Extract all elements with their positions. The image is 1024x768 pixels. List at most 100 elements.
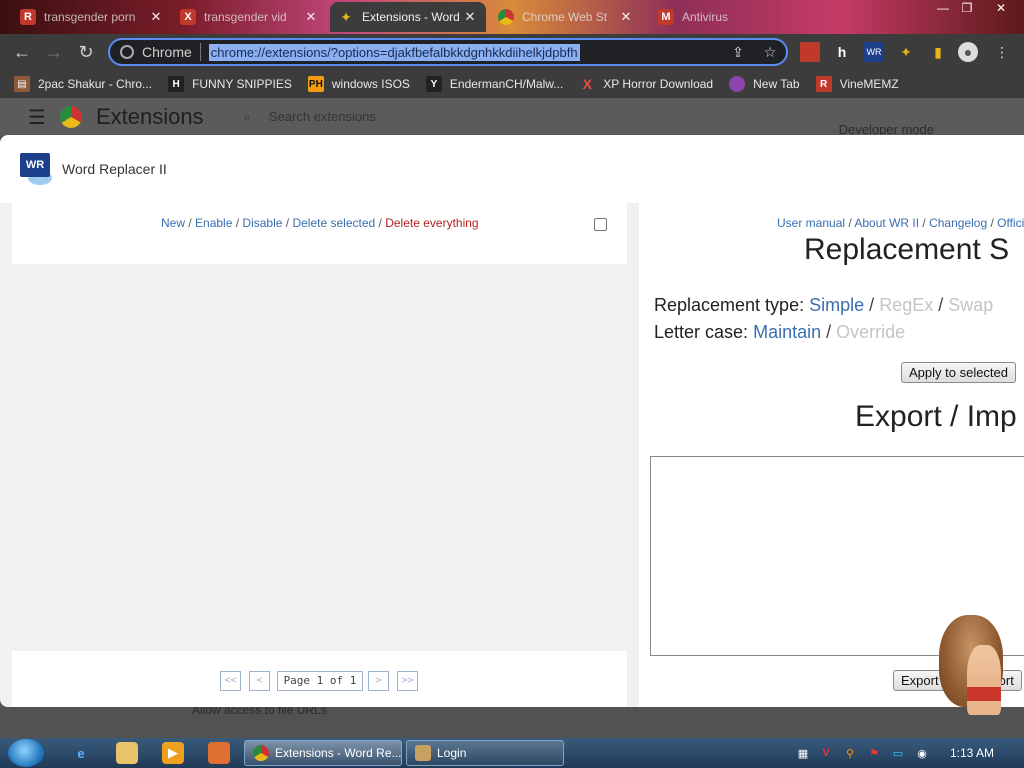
- official-link[interactable]: Offici: [997, 216, 1024, 230]
- bookmark-label: FUNNY SNIPPIES: [192, 77, 292, 91]
- url-text[interactable]: chrome://extensions/?options=djakfbefalb…: [208, 43, 580, 61]
- tab-5[interactable]: M Antivirus: [650, 2, 800, 32]
- page-indicator: Page 1 of 1: [277, 671, 363, 691]
- disable-link[interactable]: Disable: [242, 216, 282, 230]
- hamburger-icon[interactable]: ☰: [28, 105, 46, 130]
- bookmark-4[interactable]: Y EndermanCH/Malw...: [425, 76, 563, 92]
- chrome-logo-icon: [59, 106, 82, 128]
- bookmark-5[interactable]: X XP Horror Download: [579, 76, 714, 92]
- tab-strip: R transgender porn ✕ X transgender vid ✕…: [0, 0, 1024, 34]
- windows-taskbar: e ▶ Extensions - Word Re... Login ▦ V ⚲ …: [0, 738, 1024, 768]
- new-link[interactable]: New: [161, 216, 185, 230]
- back-arrow-icon[interactable]: ←: [6, 36, 38, 68]
- tab-1[interactable]: R transgender porn ✕: [12, 2, 172, 32]
- chrome-store-icon: [498, 9, 514, 25]
- bookmark-1[interactable]: ▤ 2pac Shakur - Chro...: [14, 76, 152, 92]
- delete-everything-link[interactable]: Delete everything: [385, 216, 478, 230]
- close-tab-icon[interactable]: ✕: [303, 9, 319, 25]
- ph-logo-icon: PH: [307, 76, 324, 92]
- desktop-mascot[interactable]: [935, 615, 1020, 715]
- omnibox-label: Chrome: [142, 44, 192, 60]
- folder-icon[interactable]: [116, 742, 138, 764]
- tab-4[interactable]: Chrome Web St ✕: [490, 2, 642, 32]
- restore-icon[interactable]: ❐: [952, 0, 982, 18]
- word-replacer-icon[interactable]: WR: [864, 42, 884, 62]
- tray-icon[interactable]: ▦: [795, 745, 811, 761]
- type-swap-option[interactable]: Swap: [948, 295, 993, 315]
- close-tab-icon[interactable]: ✕: [462, 9, 478, 25]
- share-icon[interactable]: ⇪: [728, 42, 748, 62]
- volume-tray-icon[interactable]: ◉: [914, 745, 930, 761]
- delete-selected-link[interactable]: Delete selected: [292, 216, 375, 230]
- tab-title: Chrome Web St: [522, 10, 608, 24]
- close-window-icon[interactable]: ✕: [986, 0, 1016, 18]
- reload-icon[interactable]: ↻: [70, 36, 102, 68]
- flag-tray-icon[interactable]: ⚑: [866, 745, 882, 761]
- puzzle-piece-icon[interactable]: ✦: [896, 42, 916, 62]
- monitor-tray-icon[interactable]: ▭: [890, 745, 906, 761]
- bookmark-2[interactable]: H FUNNY SNIPPIES: [168, 76, 292, 92]
- case-override-option[interactable]: Override: [836, 322, 905, 342]
- close-tab-icon[interactable]: ✕: [148, 9, 164, 25]
- x-favicon-icon: X: [180, 9, 196, 25]
- tab-3-active[interactable]: ✦ Extensions - Word ✕: [330, 2, 486, 32]
- shield-icon: M: [658, 9, 674, 25]
- page-title: Extensions: [95, 104, 204, 129]
- select-all-checkbox[interactable]: [594, 218, 607, 231]
- media-player-icon[interactable]: ▶: [162, 742, 184, 764]
- bookmark-label: New Tab: [753, 77, 800, 91]
- extensions-header: ☰ Extensions ⌕ Search extensions Develop…: [0, 98, 1024, 137]
- youtube-logo-icon: Y: [425, 76, 442, 92]
- extension-red-icon[interactable]: [800, 42, 820, 62]
- star-icon[interactable]: ☆: [760, 42, 780, 62]
- forward-arrow-icon[interactable]: →: [38, 36, 70, 68]
- bookmark-6[interactable]: New Tab: [729, 76, 800, 92]
- actions-bar: New / Enable / Disable / Delete selected…: [12, 203, 627, 264]
- bag-icon: ▤: [14, 76, 30, 92]
- bookmark-3[interactable]: PH windows ISOS: [307, 76, 410, 92]
- bookmark-7[interactable]: R VineMEMZ: [815, 76, 899, 92]
- extension-h-icon[interactable]: h: [832, 42, 852, 62]
- enable-link[interactable]: Enable: [195, 216, 232, 230]
- r-logo-icon: R: [815, 76, 832, 92]
- character-image: [967, 645, 1001, 715]
- rule-actions: New / Enable / Disable / Delete selected…: [161, 216, 479, 230]
- taskbar-task-chrome[interactable]: Extensions - Word Re...: [244, 740, 402, 766]
- system-clock[interactable]: 1:13 AM: [950, 746, 994, 760]
- dialog-header: WR Word Replacer II: [0, 135, 1024, 203]
- changelog-link[interactable]: Changelog: [929, 216, 987, 230]
- case-maintain-option[interactable]: Maintain: [753, 322, 821, 342]
- antivirus-tray-icon[interactable]: V: [818, 745, 834, 761]
- tab-title: Antivirus: [682, 10, 729, 24]
- start-button[interactable]: [8, 739, 44, 767]
- bookmark-label: VineMEMZ: [839, 77, 899, 91]
- letter-case-label: Letter case:: [654, 322, 749, 342]
- first-page-button[interactable]: <<: [220, 671, 241, 691]
- replacement-settings-title: Replacement S: [804, 233, 1010, 266]
- tab-2[interactable]: X transgender vid ✕: [172, 2, 327, 32]
- side-panel-icon[interactable]: ▮: [928, 42, 948, 62]
- search-tray-icon[interactable]: ⚲: [842, 745, 858, 761]
- search-extensions[interactable]: ⌕ Search extensions: [244, 109, 376, 125]
- last-page-button[interactable]: >>: [397, 671, 418, 691]
- internet-explorer-icon[interactable]: e: [70, 742, 92, 764]
- app-icon[interactable]: [208, 742, 230, 764]
- profile-avatar[interactable]: ●: [958, 42, 978, 62]
- prev-page-button[interactable]: <: [249, 671, 270, 691]
- h-logo-icon: H: [168, 76, 185, 92]
- apply-to-selected-button[interactable]: Apply to selected: [901, 362, 1017, 383]
- login-app-icon: [415, 745, 431, 761]
- type-regex-option[interactable]: RegEx: [879, 295, 933, 315]
- type-simple-option[interactable]: Simple: [809, 295, 864, 315]
- kebab-menu-icon[interactable]: ⋮: [992, 42, 1012, 62]
- close-tab-icon[interactable]: ✕: [618, 9, 634, 25]
- next-page-button[interactable]: >: [368, 671, 389, 691]
- user-manual-link[interactable]: User manual: [777, 216, 845, 230]
- x-logo-icon: X: [582, 76, 592, 92]
- taskbar-task-login[interactable]: Login: [406, 740, 564, 766]
- browser-toolbar: ← → ↻ Chrome chrome://extensions/?option…: [0, 34, 1024, 70]
- about-link[interactable]: About WR II: [854, 216, 919, 230]
- address-bar[interactable]: Chrome chrome://extensions/?options=djak…: [108, 38, 788, 66]
- help-links: User manual / About WR II / Changelog / …: [777, 216, 1024, 230]
- bookmarks-bar: ▤ 2pac Shakur - Chro... H FUNNY SNIPPIES P…: [0, 70, 1024, 98]
